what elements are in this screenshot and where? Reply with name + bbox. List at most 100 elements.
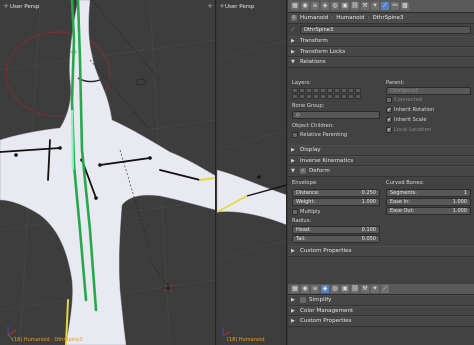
inherit-scale-checkbox[interactable]: ✓ bbox=[386, 117, 392, 123]
panel-title: Custom Properties bbox=[300, 318, 352, 325]
bone-group-icon: ◇ bbox=[296, 112, 300, 118]
render-icon[interactable]: ◉ bbox=[301, 2, 309, 10]
head-label: Head: bbox=[296, 227, 311, 233]
local-location-checkbox[interactable]: ✓ bbox=[386, 127, 392, 133]
breadcrumb-item[interactable]: DthrSpine3 bbox=[372, 15, 403, 21]
humanoid-arm-mesh[interactable] bbox=[217, 169, 287, 225]
distance-field[interactable]: Distance: 0.250 bbox=[292, 189, 380, 197]
camera-eye-icon[interactable] bbox=[135, 78, 147, 86]
breadcrumb-item[interactable]: Humanoid bbox=[300, 15, 328, 21]
render-properties-editor[interactable]: ▦ ◉ ≡ ◈ ◍ ▣ ⛓ ⚒ ✦ ⟋ ▶ Simplify ▶ Color Ma… bbox=[288, 284, 474, 327]
deform-checkbox[interactable]: ✓ bbox=[300, 168, 306, 175]
render-icon[interactable]: ◉ bbox=[301, 285, 309, 293]
panel-deform[interactable]: ▼ ✓ Deform bbox=[288, 166, 474, 177]
relative-parenting-checkbox[interactable] bbox=[292, 132, 298, 138]
bone-group-field[interactable]: ◇ bbox=[292, 111, 380, 119]
ease-out-field[interactable]: Ease Out: 1.000 bbox=[386, 207, 471, 215]
tail-value: 0.050 bbox=[361, 236, 376, 242]
viewport-label: User Persp bbox=[225, 4, 255, 10]
parent-field[interactable]: DthrSpine2 bbox=[386, 87, 471, 95]
panel-title: Simplify bbox=[309, 297, 332, 304]
modifiers-icon[interactable]: ⚒ bbox=[361, 2, 369, 10]
object-icon[interactable]: ▣ bbox=[341, 285, 349, 293]
inherit-rotation-checkbox[interactable]: ✓ bbox=[386, 107, 392, 113]
ease-in-value: 1.000 bbox=[452, 199, 467, 205]
collapse-arrow-icon: ▶ bbox=[291, 297, 295, 304]
bone-name-field[interactable]: DthrSpine3 bbox=[300, 26, 471, 34]
render-layers-icon[interactable]: ≡ bbox=[311, 2, 319, 10]
panel-inverse-kinematics[interactable]: ▶ Inverse Kinematics bbox=[288, 155, 474, 166]
panel-title: Transform Locks bbox=[300, 48, 346, 55]
viewport-corner-icon[interactable]: + bbox=[206, 2, 214, 10]
axis-widget-icon bbox=[222, 327, 232, 337]
bone-constraints-icon[interactable]: ⚯ bbox=[391, 2, 399, 10]
multiply-checkbox[interactable] bbox=[292, 209, 298, 215]
segments-field[interactable]: Segments: 1 bbox=[386, 189, 471, 197]
editor-type-icon[interactable]: ▦ bbox=[291, 2, 299, 10]
bone-layers-grid[interactable] bbox=[292, 88, 361, 99]
viewport-status-text: (18) Humanoid : DthrSpine3 bbox=[12, 337, 83, 343]
scene-icon[interactable]: ◈ bbox=[321, 2, 329, 10]
breadcrumb-item[interactable]: Humanoid bbox=[336, 15, 364, 21]
panel-transform-locks[interactable]: ▶ Transform Locks bbox=[288, 46, 474, 57]
3d-cursor-icon[interactable] bbox=[162, 282, 174, 294]
panel-transform[interactable]: ▶ Transform bbox=[288, 36, 474, 47]
viewport-corner-icon[interactable]: + bbox=[2, 2, 10, 10]
panel-relations[interactable]: ▼ Relations bbox=[288, 57, 474, 68]
collapse-arrow-icon: ▶ bbox=[291, 38, 295, 45]
expand-arrow-icon: ▼ bbox=[291, 59, 295, 66]
collapse-arrow-icon: ▶ bbox=[291, 318, 295, 325]
bone-icon[interactable]: ⟋ bbox=[381, 285, 389, 293]
world-icon[interactable]: ◍ bbox=[331, 2, 339, 10]
connected-checkbox[interactable] bbox=[386, 97, 392, 103]
tail-radius-field[interactable]: Tail: 0.050 bbox=[292, 235, 380, 243]
relations-body: Layers: Parent: DthrSpine2 Connected ✓ I… bbox=[288, 78, 474, 144]
simplify-checkbox[interactable] bbox=[300, 297, 306, 304]
bone-group-label: Bone Group: bbox=[292, 103, 325, 109]
properties-editor[interactable]: ▦ ◉ ≡ ◈ ◍ ▣ ⛓ ⚒ ✦ ⟋ ⚯ ▩ ⚲ Humanoid › Hum… bbox=[288, 0, 474, 345]
panel-color-management[interactable]: ▶ Color Management bbox=[288, 305, 474, 316]
collapse-arrow-icon: ▶ bbox=[291, 147, 295, 154]
object-icon[interactable]: ▣ bbox=[341, 2, 349, 10]
collapse-arrow-icon: ▶ bbox=[291, 48, 295, 55]
armature-data-icon[interactable]: ✦ bbox=[371, 285, 379, 293]
collapse-arrow-icon: ▶ bbox=[291, 248, 295, 255]
bone-small-icon: ⟋ bbox=[291, 27, 295, 33]
world-icon[interactable]: ◍ bbox=[331, 285, 339, 293]
editor-type-icon[interactable]: ▦ bbox=[291, 285, 299, 293]
head-radius-field[interactable]: Head: 0.100 bbox=[292, 226, 380, 234]
properties-header: ▦ ◉ ≡ ◈ ◍ ▣ ⛓ ⚒ ✦ ⟋ ⚯ ▩ bbox=[288, 0, 474, 13]
radius-label: Radius: bbox=[292, 218, 312, 224]
weight-value: 1.000 bbox=[361, 199, 376, 205]
local-location-label: Local Location bbox=[394, 127, 432, 133]
humanoid-mesh[interactable] bbox=[0, 0, 216, 345]
bone-icon[interactable]: ⟋ bbox=[381, 2, 389, 10]
scene-icon[interactable]: ◈ bbox=[321, 285, 329, 293]
panel-title: Color Management bbox=[300, 307, 354, 314]
head-value: 0.100 bbox=[361, 227, 376, 233]
ease-out-value: 1.000 bbox=[452, 208, 467, 214]
panel-display[interactable]: ▶ Display bbox=[288, 145, 474, 156]
viewport-right[interactable]: + User Persp (18) Humanoid bbox=[217, 0, 287, 345]
panel-custom-properties[interactable]: ▶ Custom Properties bbox=[288, 246, 474, 257]
armature-data-icon[interactable]: ✦ bbox=[371, 2, 379, 10]
viewport-label: User Persp bbox=[10, 4, 40, 10]
texture-icon[interactable]: ▩ bbox=[401, 2, 409, 10]
panel-title: Display bbox=[300, 147, 321, 154]
panel-simplify[interactable]: ▶ Simplify bbox=[288, 295, 474, 306]
weight-label: Weight: bbox=[296, 199, 316, 205]
distance-label: Distance: bbox=[296, 190, 320, 196]
selected-bone[interactable] bbox=[70, 109, 75, 171]
viewport-left[interactable]: + + User Persp (18) Humanoid : DthrSpine… bbox=[0, 0, 216, 345]
layers-label: Layers: bbox=[292, 80, 311, 86]
panel-custom-properties-scene[interactable]: ▶ Custom Properties bbox=[288, 316, 474, 327]
modifiers-icon[interactable]: ⚒ bbox=[361, 285, 369, 293]
constraints-icon[interactable]: ⛓ bbox=[351, 2, 359, 10]
segments-value: 1 bbox=[463, 190, 467, 196]
object-children-label: Object Children: bbox=[292, 123, 334, 129]
weight-field[interactable]: Weight: 1.000 bbox=[292, 198, 380, 206]
pin-icon[interactable]: ⚲ bbox=[291, 15, 297, 21]
render-layers-icon[interactable]: ≡ bbox=[311, 285, 319, 293]
constraints-icon[interactable]: ⛓ bbox=[351, 285, 359, 293]
ease-in-field[interactable]: Ease In: 1.000 bbox=[386, 198, 471, 206]
